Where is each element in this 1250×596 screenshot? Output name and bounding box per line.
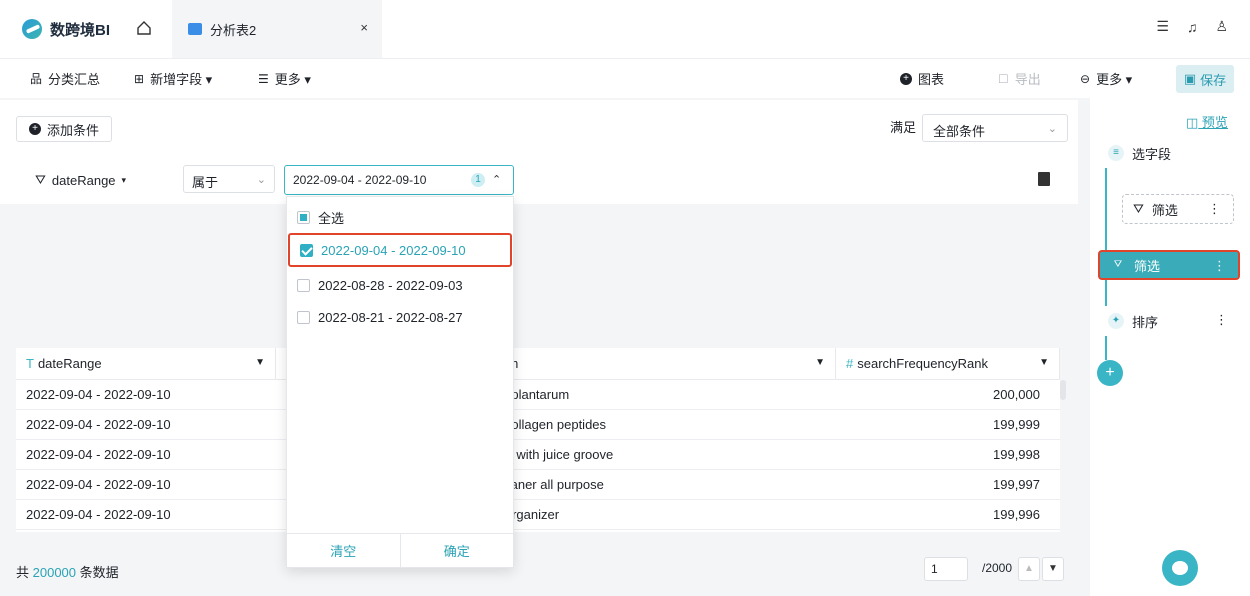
checkbox[interactable] <box>297 278 310 292</box>
more-icon[interactable]: ⋮ <box>1208 201 1221 217</box>
step-select-fields[interactable]: ≡ 选字段 <box>1098 138 1240 168</box>
plus-icon: + <box>900 72 912 85</box>
add-column-icon: ⊞ <box>134 71 145 86</box>
page-input[interactable]: 1 <box>924 557 968 581</box>
more-menu-button[interactable]: ☰ 更多 ▾ <box>258 69 311 88</box>
more-icon[interactable]: ⋮ <box>1213 258 1226 274</box>
column-header[interactable]: # searchFrequencyRank ▼ <box>836 348 1060 380</box>
chevron-down-icon: ⌄ <box>1047 123 1057 135</box>
export-button[interactable]: ☐ 导出 <box>998 69 1041 88</box>
dropdown-option[interactable]: 2022-08-21 - 2022-08-27 <box>287 301 513 333</box>
add-field-button[interactable]: ⊞ 新增字段 ▾ <box>134 69 212 88</box>
step-filter[interactable]: ⛛ 筛选 ⋮ <box>1122 194 1234 224</box>
fields-icon: ≡ <box>1108 145 1124 161</box>
dropdown-option[interactable]: 2022-08-28 - 2022-09-03 <box>287 269 513 301</box>
tab-analysis[interactable]: 分析表2 × <box>172 0 382 58</box>
condition-mode-select[interactable]: 全部条件 ⌄ <box>922 114 1068 142</box>
value-select[interactable]: 2022-09-04 - 2022-09-10 1 ⌃ <box>284 165 514 195</box>
column-header[interactable]: TdateRange ▼ <box>16 348 276 380</box>
chevron-up-icon: ⌃ <box>492 174 502 186</box>
app-title: 数跨境BI <box>50 21 111 39</box>
operator-select[interactable]: 属于 ⌄ <box>183 165 275 193</box>
next-page-button[interactable]: ▼ <box>1042 557 1064 581</box>
caret-down-icon[interactable]: ▼ <box>815 357 825 368</box>
table-row[interactable]: 2022-09-04 - 2022-09-10 A g organizer 19… <box>16 500 1060 530</box>
caret-down-icon: ▾ <box>121 174 127 185</box>
condition-row <box>0 150 1078 204</box>
export-icon: ☐ <box>998 71 1009 86</box>
clear-button[interactable]: 清空 <box>287 534 401 567</box>
top-bar: 数跨境BI 分析表2 × ☰ ♫ ♙ <box>0 0 1250 58</box>
tab-label: 分析表2 <box>210 22 257 38</box>
preview-icon: ◫ <box>1186 115 1199 130</box>
add-condition-button[interactable]: + 添加条件 <box>16 116 113 142</box>
column-header[interactable]: erm▼ <box>486 348 836 380</box>
filter-icon: ⛛ <box>1113 259 1123 270</box>
checkbox[interactable] <box>297 210 310 224</box>
checkbox[interactable] <box>297 310 310 324</box>
close-icon[interactable]: × <box>360 20 368 35</box>
data-table: TdateRange▼ T erm▼ #searchFrequencyRank▼… <box>16 348 1060 532</box>
save-icon: ▣ <box>1183 71 1197 86</box>
preview-link[interactable]: ◫ 预览 <box>1186 112 1228 131</box>
add-step-button[interactable]: + <box>1097 360 1123 386</box>
menu-icon: ☰ <box>258 71 269 86</box>
steps-panel <box>1090 98 1250 596</box>
list-icon[interactable]: ☰ <box>1156 18 1169 35</box>
tree-icon: 品 <box>30 72 43 86</box>
filter-icon: ⛛ <box>35 172 46 187</box>
more-options-button[interactable]: ⊖ 更多 ▾ <box>1080 69 1132 88</box>
page-total: /2000 <box>982 561 1013 575</box>
toolbar: 品分类汇总 ⊞ 新增字段 ▾ ☰ 更多 ▾ + 图表 ☐ 导出 ⊖ 更多 ▾ ▣ 保存 <box>0 58 1250 98</box>
sort-icon: ✦ <box>1108 313 1124 329</box>
bell-icon[interactable]: ♫ <box>1187 19 1198 35</box>
value-dropdown: 全选 2022-09-04 - 2022-09-10 2022-08-28 - … <box>286 196 514 568</box>
caret-down-icon[interactable]: ▼ <box>1039 357 1049 368</box>
dropdown-option[interactable]: 2022-09-04 - 2022-09-10 <box>288 233 512 267</box>
record-count: 共 200000 条数据 <box>16 565 119 580</box>
chat-button[interactable] <box>1162 550 1198 586</box>
save-button[interactable]: ▣ 保存 <box>1176 65 1234 93</box>
selected-count-badge: 1 <box>471 173 485 187</box>
more-icon[interactable]: ⋮ <box>1215 312 1228 328</box>
chart-icon <box>188 23 202 35</box>
user-icon[interactable]: ♙ <box>1215 18 1228 35</box>
plus-icon: + <box>29 123 41 135</box>
table-row[interactable]: 2022-09-04 - 2022-09-10 A ard with juice… <box>16 440 1060 470</box>
table-row[interactable]: 2022-09-04 - 2022-09-10 A o collagen pep… <box>16 410 1060 440</box>
table-row[interactable]: 2022-09-04 - 2022-09-10 A us plantarum 2… <box>16 380 1060 410</box>
more-icon: ⊖ <box>1080 71 1091 86</box>
table-scrollbar[interactable] <box>1060 380 1066 400</box>
step-filter-active[interactable]: ⛛ 筛选 ⋮ <box>1098 250 1240 280</box>
app-logo[interactable]: 数跨境BI <box>22 14 110 44</box>
step-sort[interactable]: ✦ 排序 ⋮ <box>1098 306 1240 336</box>
select-all-option[interactable]: 全选 <box>287 201 513 233</box>
trash-icon[interactable] <box>1038 172 1050 186</box>
logo-icon <box>22 19 42 39</box>
confirm-button[interactable]: 确定 <box>401 534 514 567</box>
chevron-down-icon: ⌄ <box>256 174 266 186</box>
table-row[interactable]: 2022-09-04 - 2022-09-10 A cleaner all pu… <box>16 470 1060 500</box>
checkbox[interactable] <box>300 243 313 257</box>
filter-icon: ⛛ <box>1133 201 1144 216</box>
condition-field[interactable]: ⛛ dateRange ▾ <box>35 172 126 188</box>
home-icon[interactable] <box>136 20 152 36</box>
group-summary-button[interactable]: 品分类汇总 <box>30 69 100 88</box>
prev-page-button[interactable]: ▲ <box>1018 557 1040 581</box>
satisfy-label: 满足 <box>890 120 917 135</box>
dropdown-footer: 清空 确定 <box>287 533 513 567</box>
caret-down-icon[interactable]: ▼ <box>255 357 265 368</box>
chart-button[interactable]: + 图表 <box>900 69 944 88</box>
